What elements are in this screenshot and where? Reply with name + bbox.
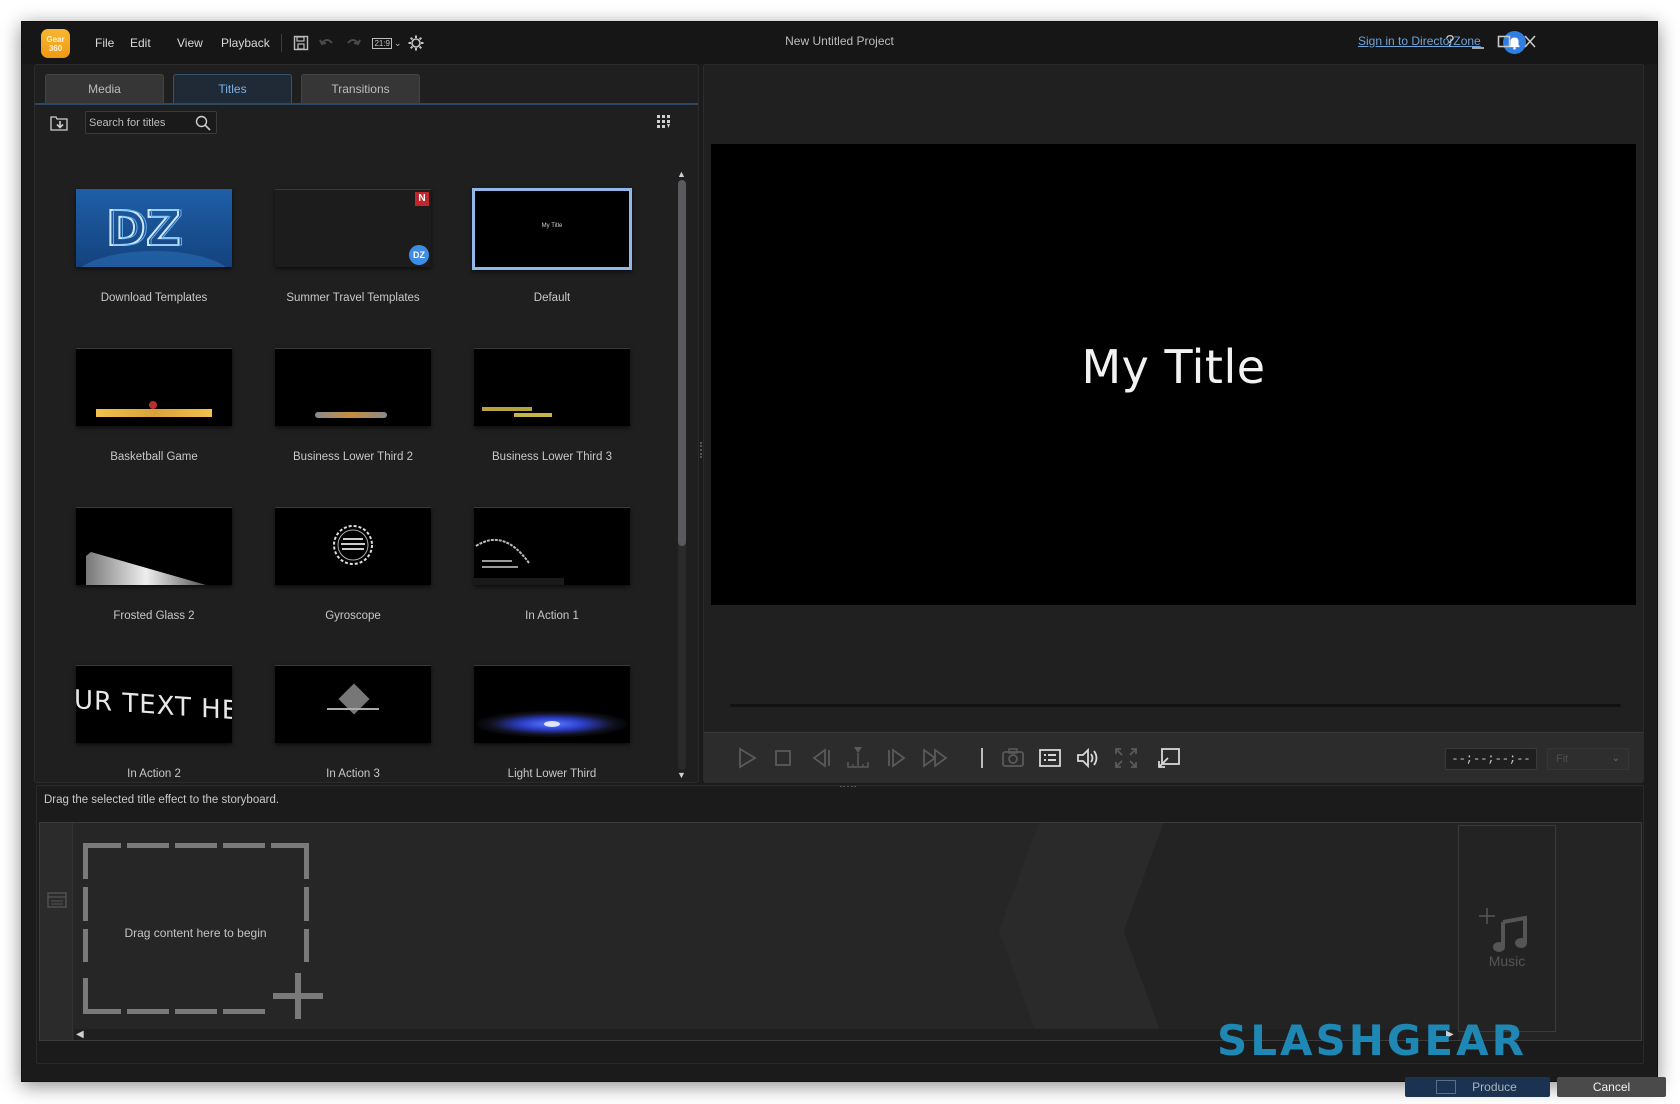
controls-separator	[981, 748, 983, 768]
title-item[interactable]: DZ DZ Download Templates	[69, 189, 239, 339]
produce-icon	[1436, 1080, 1456, 1094]
preview-title-text: My Title	[1081, 340, 1266, 394]
thumbnail-frosted-glass-2	[76, 507, 232, 585]
scroll-thumb[interactable]	[678, 180, 686, 546]
title-item[interactable]: Business Lower Third 2	[268, 348, 438, 498]
svg-text:DZ: DZ	[109, 201, 184, 257]
title-item-label: Business Lower Third 2	[293, 451, 413, 463]
title-item-label: Download Templates	[100, 292, 208, 304]
help-button[interactable]: ?	[1439, 30, 1461, 54]
title-item[interactable]: Frosted Glass 2	[69, 507, 239, 657]
thumbnail-text: My Title	[541, 223, 563, 229]
search-input[interactable]	[89, 114, 189, 132]
thumbnail-in-action-3	[275, 665, 431, 743]
sign-in-link[interactable]: Sign in to DirectorZone	[1358, 34, 1481, 48]
thumbnail-text: UR TEXT HERE	[76, 684, 232, 730]
close-button[interactable]	[1519, 30, 1541, 54]
chevron-down-icon: ⌄	[1611, 753, 1620, 764]
search-box	[85, 111, 217, 134]
thumbnail-download-templates: DZ DZ	[76, 189, 232, 267]
scroll-up-arrow-icon[interactable]: ▲	[677, 170, 686, 179]
new-badge: N	[415, 192, 429, 206]
thumbnail-default: My Title	[472, 188, 632, 270]
preview-screen: My Title	[711, 144, 1636, 605]
scroll-left-arrow-icon[interactable]: ◀	[76, 1029, 86, 1040]
scroll-down-arrow-icon[interactable]: ▼	[677, 771, 686, 780]
thumbnail-in-action-1	[474, 507, 630, 585]
cancel-button[interactable]: Cancel	[1557, 1077, 1666, 1097]
preview-panel: My Title --;--;--;-- Fit ⌄	[703, 64, 1644, 783]
volume-icon[interactable]	[1075, 746, 1101, 770]
panel-splitter-vertical[interactable]	[700, 442, 702, 458]
title-item-label: In Action 1	[525, 610, 579, 622]
thumbnail-business-lower-third-3	[474, 348, 630, 426]
playback-progress-bar[interactable]	[730, 704, 1621, 707]
sort-grid-icon[interactable]	[657, 115, 671, 129]
playback-controls: --;--;--;-- Fit ⌄	[704, 732, 1643, 783]
add-music-slot[interactable]: Music	[1458, 825, 1556, 1032]
title-item-label: Basketball Game	[110, 451, 198, 463]
music-label: Music	[1488, 953, 1526, 969]
slashgear-watermark: SLASHGEAR	[1217, 1016, 1527, 1065]
title-bar: Gear 360 File Edit View Playback 21:9 ⌄ …	[22, 22, 1657, 64]
title-item-label: Default	[533, 292, 571, 304]
maximize-button[interactable]	[1493, 30, 1515, 54]
storyboard-hint: Drag the selected title effect to the st…	[44, 794, 280, 806]
tab-media[interactable]: Media	[45, 74, 164, 103]
minimize-button[interactable]	[1467, 30, 1489, 54]
timecode-display[interactable]: --;--;--;--	[1445, 748, 1537, 770]
storyboard-dropzone[interactable]: Drag content here to begin	[83, 843, 325, 1023]
produce-label: Produce	[1472, 1080, 1517, 1094]
video-track-icon	[47, 891, 67, 909]
title-item[interactable]: Gyroscope	[268, 507, 438, 657]
snapshot-camera-icon[interactable]	[1000, 746, 1026, 770]
title-item-label: In Action 3	[326, 768, 380, 780]
title-item-label: Summer Travel Templates	[286, 292, 420, 304]
stop-icon[interactable]	[770, 746, 796, 770]
tab-transitions[interactable]: Transitions	[301, 74, 420, 103]
title-item-selected[interactable]: My Title Default	[467, 188, 637, 339]
storyboard-track-header	[40, 823, 73, 1040]
play-icon[interactable]	[734, 746, 760, 770]
thumbnail-light-lower-third	[474, 665, 630, 743]
library-panel: Media Titles Transitions DZ DZ	[34, 64, 699, 783]
thumbnail-basketball-game	[76, 348, 232, 426]
dock-undock-preview-icon[interactable]	[1156, 746, 1182, 770]
dropzone-text: Drag content here to begin	[124, 926, 267, 940]
title-item[interactable]: Business Lower Third 3	[467, 348, 637, 498]
next-frame-icon[interactable]	[884, 746, 910, 770]
title-item[interactable]: Basketball Game	[69, 348, 239, 498]
storyboard[interactable]: Drag content here to begin Music ◀ ▶	[39, 822, 1642, 1041]
subtitles-list-icon[interactable]	[1037, 746, 1063, 770]
title-item-label: In Action 2	[127, 768, 181, 780]
title-item[interactable]: N DZ Summer Travel Templates	[268, 189, 438, 339]
zoom-fit-value: Fit	[1556, 753, 1569, 765]
library-scrollbar[interactable]: ▲ ▼	[677, 170, 686, 780]
thumbnail-gyroscope	[275, 507, 431, 585]
thumbnail-business-lower-third-2	[275, 348, 431, 426]
title-item-label: Business Lower Third 3	[492, 451, 612, 463]
title-item-label: Gyroscope	[325, 610, 381, 622]
thumbnail-summer-travel: N DZ	[275, 189, 431, 267]
import-icon[interactable]	[49, 114, 69, 132]
directorzone-badge-icon: DZ	[409, 245, 429, 265]
tab-titles[interactable]: Titles	[173, 74, 292, 103]
thumbnail-in-action-2: UR TEXT HERE	[76, 665, 232, 743]
library-tabs: Media Titles Transitions	[35, 74, 698, 105]
fullscreen-icon[interactable]	[1113, 746, 1139, 770]
split-marker-icon[interactable]	[845, 746, 871, 770]
previous-frame-icon[interactable]	[808, 746, 834, 770]
title-item-label: Frosted Glass 2	[113, 610, 195, 622]
add-plus-icon	[273, 973, 325, 1019]
app-window: Gear 360 File Edit View Playback 21:9 ⌄ …	[21, 21, 1666, 1097]
title-item-label: Light Lower Third	[507, 768, 597, 780]
zoom-fit-dropdown[interactable]: Fit ⌄	[1547, 748, 1629, 770]
fast-forward-icon[interactable]	[922, 746, 948, 770]
search-icon[interactable]	[195, 115, 211, 131]
produce-button[interactable]: Produce	[1405, 1077, 1550, 1097]
title-item[interactable]: In Action 1	[467, 507, 637, 657]
add-music-icon	[1479, 908, 1527, 952]
